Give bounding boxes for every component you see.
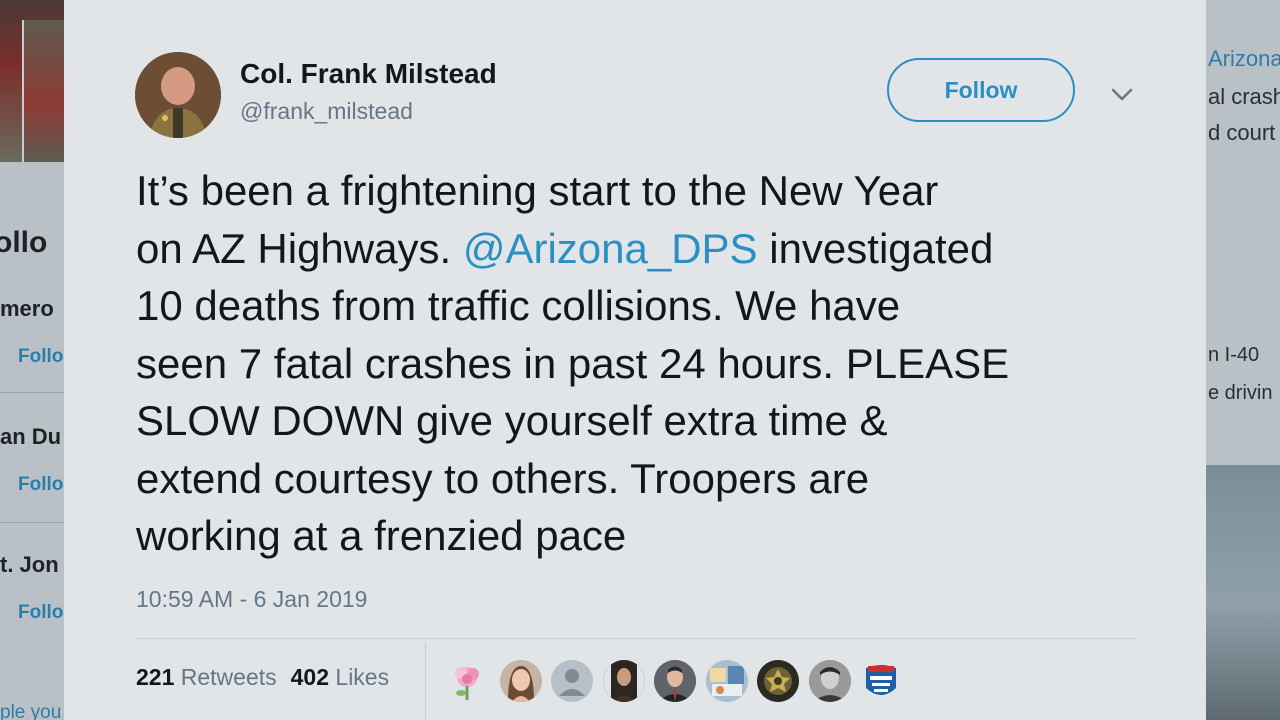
tweet-text-line: It’s been a frightening start to the New… [136, 167, 939, 214]
chevron-down-icon[interactable] [1108, 80, 1136, 108]
sign-avatar-icon[interactable] [860, 660, 902, 702]
badge-avatar-icon[interactable] [757, 660, 799, 702]
man-bw-avatar-icon[interactable] [809, 660, 851, 702]
tweet-stats: 221 Retweets 402 Likes [136, 664, 389, 691]
background-left-column: ollo mero Follo an Du Follo t. Jon Follo… [0, 0, 64, 720]
background-divider [0, 392, 64, 393]
tweet-text-line: 10 deaths from traffic collisions. We ha… [136, 282, 901, 329]
background-divider [0, 522, 64, 523]
background-text: e drivin [1208, 382, 1273, 404]
tweet-timestamp[interactable]: 10:59 AM - 6 Jan 2019 [136, 586, 367, 613]
background-follow-button[interactable]: Follo [18, 346, 63, 368]
background-photo [22, 20, 64, 162]
author-photo-icon [135, 52, 221, 138]
collage-avatar-icon[interactable] [706, 660, 748, 702]
author-avatar[interactable] [135, 52, 221, 138]
tweet-text-fragment: investigated [757, 224, 994, 272]
likes-label: Likes [335, 664, 390, 690]
follow-button[interactable]: Follow [887, 58, 1075, 122]
author-handle[interactable]: @frank_milstead [240, 98, 413, 125]
background-link[interactable]: Arizona [1208, 46, 1280, 72]
background-follow-button[interactable]: Follo [18, 602, 63, 624]
background-user-name: an Du [0, 424, 62, 449]
tweet-text-line: seen 7 fatal crashes in past 24 hours. P… [136, 339, 1010, 387]
retweets-label: Retweets [180, 664, 277, 690]
default-avatar-icon[interactable] [551, 660, 593, 702]
background-text: d court [1208, 120, 1276, 145]
man-suit-avatar-icon[interactable] [654, 660, 696, 702]
background-right-column: Arizona al crash d court n I-40 e drivin [1206, 0, 1280, 720]
flower-avatar-icon[interactable] [446, 660, 488, 702]
woman-avatar-icon[interactable] [500, 660, 542, 702]
woman-dark-avatar-icon[interactable] [603, 660, 645, 702]
likes-count: 402 [290, 664, 330, 690]
divider [136, 638, 1136, 639]
tweet-text-line: extend courtesy to others. Troopers are [136, 454, 870, 502]
stats-separator [425, 642, 426, 720]
retweets-count: 221 [136, 664, 175, 690]
mention-link[interactable]: @Arizona_DPS [463, 225, 758, 272]
likes-stat[interactable]: 402 Likes [291, 664, 389, 690]
background-follow-button[interactable]: Follo [18, 474, 63, 496]
tweet-text-fragment: on AZ Highways. [136, 224, 463, 272]
tweet-text: It’s been a frightening start to the New… [136, 162, 1136, 565]
retweets-stat[interactable]: 221 Retweets [136, 664, 277, 690]
tweet-text-line: on AZ Highways. @Arizona_DPS investigate… [136, 220, 1136, 278]
background-heading: ollo [0, 226, 48, 259]
tweet-text-line: working at a frenzied pace [136, 512, 627, 559]
background-user-name: t. Jon [0, 552, 59, 577]
tweet-text-line: SLOW DOWN give yourself extra time & [136, 397, 888, 444]
background-text: n I-40 [1208, 344, 1260, 366]
background-text: al crash [1208, 84, 1280, 109]
background-image [1206, 465, 1280, 720]
background-link[interactable]: ple you [0, 702, 61, 720]
author-name[interactable]: Col. Frank Milstead [240, 58, 497, 90]
background-user-name: mero [0, 296, 54, 321]
